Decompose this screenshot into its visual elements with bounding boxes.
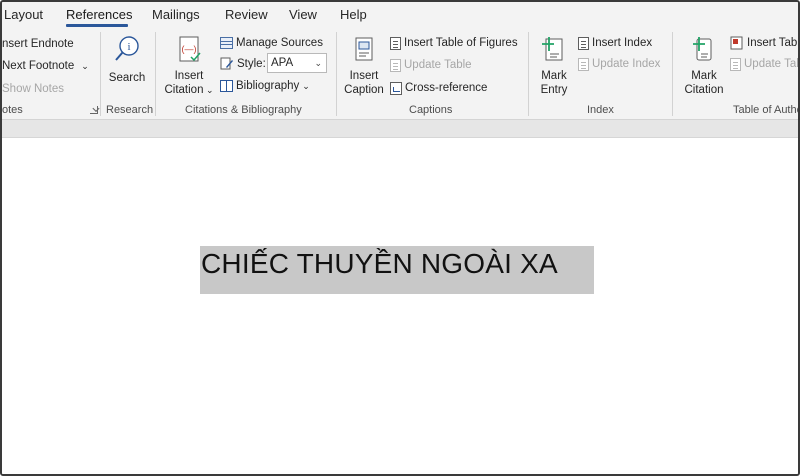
update-table-icon (730, 57, 741, 71)
group-divider (155, 32, 156, 116)
active-tab-indicator (66, 24, 128, 27)
chevron-down-icon: ⌄ (81, 61, 89, 71)
manage-sources-icon (220, 37, 233, 49)
svg-text:i: i (127, 41, 130, 53)
insert-index-icon (578, 36, 589, 50)
chevron-down-icon: ⌄ (302, 81, 310, 91)
style-dropdown[interactable]: APA ⌄ (267, 53, 327, 73)
tab-mailings[interactable]: Mailings (152, 7, 200, 22)
group-label-authorities: Table of Authe (733, 104, 800, 116)
group-label-footnotes: otes (2, 104, 23, 116)
insert-caption-button[interactable]: Insert Caption (342, 35, 386, 97)
insert-caption-label-1: Insert (349, 70, 379, 82)
bibliography-label: Bibliography (236, 80, 300, 92)
tab-review[interactable]: Review (225, 7, 268, 22)
document-page[interactable] (2, 138, 798, 474)
update-table-authorities-button[interactable]: Update Table (730, 57, 798, 71)
insert-index-button[interactable]: Insert Index (578, 36, 652, 50)
insert-table-icon (730, 36, 743, 50)
insert-endnote-label: nsert Endnote (2, 38, 74, 50)
update-table-button[interactable]: Update Table (390, 58, 472, 72)
style-label-wrap: Style: (220, 57, 266, 71)
mark-entry-label-1: Mark (541, 70, 567, 82)
mark-entry-button[interactable]: Mark Entry (534, 35, 574, 97)
group-label-research: Research (106, 104, 154, 116)
tab-references[interactable]: References (66, 7, 132, 22)
insert-index-label: Insert Index (592, 37, 653, 49)
group-label-citations: Citations & Bibliography (185, 104, 302, 116)
insert-table-label: Insert Table (747, 37, 800, 49)
search-label: Search (108, 72, 146, 84)
insert-citation-icon: (—) (179, 36, 201, 62)
mark-citation-label-2: Citation (684, 84, 724, 96)
next-footnote-button[interactable]: Next Footnote ⌄ (2, 59, 89, 73)
style-icon (220, 57, 233, 70)
group-label-index: Index (587, 104, 614, 116)
cross-reference-icon (390, 81, 402, 95)
chevron-down-icon: ⌄ (314, 58, 322, 68)
insert-endnote-button[interactable]: nsert Endnote (2, 37, 74, 51)
update-index-button[interactable]: Update Index (578, 57, 660, 71)
insert-caption-label-2: Caption (344, 84, 384, 96)
tab-layout[interactable]: Layout (4, 7, 43, 22)
group-divider (336, 32, 337, 116)
insert-table-of-figures-button[interactable]: Insert Table of Figures (390, 36, 518, 50)
group-label-captions: Captions (409, 104, 453, 116)
dialog-launcher-icon[interactable] (90, 106, 98, 114)
update-table-label: Update Table (404, 59, 472, 71)
show-notes-button[interactable]: Show Notes (2, 82, 64, 96)
show-notes-label: Show Notes (2, 83, 65, 95)
manage-sources-button[interactable]: Manage Sources (220, 36, 323, 50)
group-divider (100, 32, 101, 116)
document-heading-text[interactable]: CHIẾC THUYỀN NGOÀI XA (201, 248, 558, 280)
mark-entry-icon (542, 37, 563, 61)
update-index-label: Update Index (592, 58, 661, 70)
group-divider (672, 32, 673, 116)
next-footnote-label: Next Footnote (2, 60, 75, 72)
search-icon: i (115, 36, 139, 61)
cross-reference-label: Cross-reference (405, 82, 488, 94)
update-table-icon (390, 58, 401, 72)
mark-entry-label-2: Entry (540, 84, 568, 96)
style-label: Style: (237, 58, 266, 70)
insert-caption-icon (355, 37, 373, 61)
cross-reference-button[interactable]: Cross-reference (390, 81, 487, 95)
insert-citation-label-1: Insert (174, 70, 204, 82)
mark-citation-icon (693, 37, 712, 61)
ribbon-tab-bar: Layout References Mailings Review View H… (2, 2, 798, 28)
insert-citation-label-2: Citation ⌄ (164, 84, 214, 96)
insert-table-of-authorities-button[interactable]: Insert Table (730, 36, 800, 50)
insert-table-of-figures-label: Insert Table of Figures (404, 37, 518, 49)
manage-sources-label: Manage Sources (236, 37, 323, 49)
ruler-gap (2, 120, 798, 138)
table-of-figures-icon (390, 36, 401, 50)
svg-text:(—): (—) (182, 44, 197, 54)
tab-help[interactable]: Help (340, 7, 367, 22)
style-dropdown-value: APA (271, 57, 294, 69)
bibliography-icon (220, 80, 233, 92)
insert-citation-button[interactable]: (—) Insert Citation ⌄ (162, 35, 216, 97)
bibliography-button[interactable]: Bibliography ⌄ (220, 79, 310, 93)
mark-citation-button[interactable]: Mark Citation (680, 35, 728, 97)
update-table-authorities-label: Update Table (744, 58, 798, 70)
update-index-icon (578, 57, 589, 71)
tab-view[interactable]: View (289, 7, 317, 22)
word-window: Layout References Mailings Review View H… (0, 0, 800, 476)
group-divider (528, 32, 529, 116)
search-button[interactable]: i Search (106, 35, 148, 85)
mark-citation-label-1: Mark (691, 70, 717, 82)
